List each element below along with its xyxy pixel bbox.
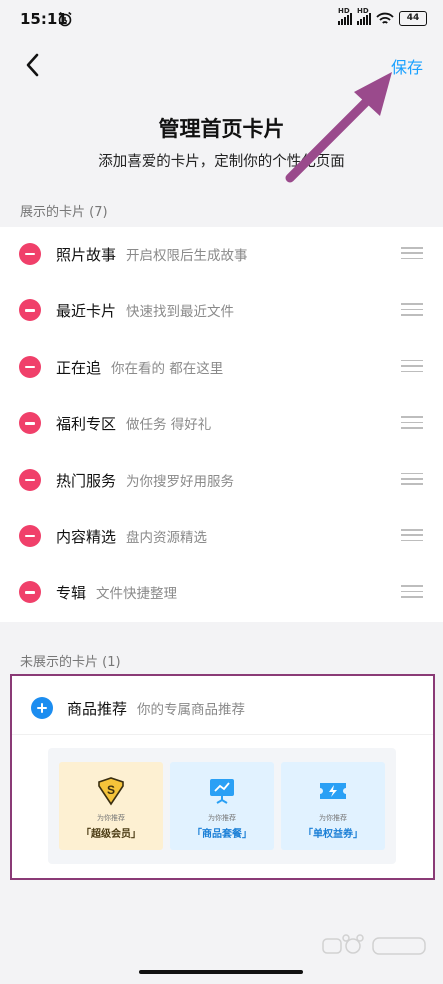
tile-subtitle: 为你推荐: [319, 814, 347, 822]
remove-card-button[interactable]: [19, 524, 41, 547]
card-name: 最近卡片: [56, 302, 117, 321]
drag-handle-icon[interactable]: [401, 528, 423, 543]
card-description: 为你搜罗好用服务: [126, 473, 235, 490]
add-card-button[interactable]: [31, 697, 53, 719]
page-subtitle: 添加喜爱的卡片，定制你的个性化页面: [98, 154, 345, 170]
tile-subtitle: 为你推荐: [97, 814, 125, 822]
list-item: 热门服务 为你搜罗好用服务: [0, 453, 443, 509]
presentation-icon: [210, 779, 234, 804]
remove-card-button[interactable]: [19, 468, 41, 491]
preview-tile: S 为你推荐 「超级会员」: [59, 762, 163, 850]
preview-tile: 为你推荐 「单权益券」: [281, 762, 385, 850]
card-name: 专辑: [56, 584, 87, 603]
drag-handle-icon[interactable]: [401, 416, 423, 430]
card-name: 福利专区: [56, 415, 117, 434]
svg-text:S: S: [107, 783, 115, 797]
watermark-logo-icon: [322, 934, 426, 955]
card-description: 快速找到最近文件: [126, 304, 235, 321]
list-item: 正在追 你在看的 都在这里: [0, 340, 443, 396]
card-description: 你在看的 都在这里: [111, 360, 224, 377]
drag-handle-icon[interactable]: [401, 472, 423, 487]
list-item: 最近卡片 快速找到最近文件: [0, 283, 443, 339]
status-bar: 15:11 HD HD 44: [0, 0, 443, 40]
tile-label: 「单权益券」: [303, 829, 363, 840]
alarm-icon: [58, 11, 72, 27]
remove-card-button[interactable]: [19, 581, 41, 604]
remove-card-button[interactable]: [19, 355, 41, 378]
signal-icon: HD: [357, 7, 371, 25]
page-title: 管理首页卡片: [158, 117, 285, 141]
home-indicator[interactable]: [139, 970, 303, 974]
vip-badge-icon: S: [98, 777, 124, 806]
list-item: 福利专区 做任务 得好礼: [0, 396, 443, 452]
drag-handle-icon[interactable]: [401, 585, 423, 599]
coupon-icon: [320, 783, 346, 799]
tile-label: 「超级会员」: [81, 829, 141, 840]
wifi-icon: [376, 12, 394, 24]
card-description: 文件快捷整理: [96, 586, 178, 603]
save-button[interactable]: 保存: [391, 54, 423, 78]
list-item: 照片故事 开启权限后生成故事: [0, 227, 443, 283]
drag-handle-icon[interactable]: [401, 303, 423, 317]
preview-tile: 为你推荐 「商品套餐」: [170, 762, 274, 850]
remove-card-button[interactable]: [19, 243, 41, 265]
drag-handle-icon[interactable]: [401, 247, 423, 261]
tile-label: 「商品套餐」: [192, 829, 252, 840]
shown-card-list: 照片故事 开启权限后生成故事 最近卡片 快速找到最近文件 正在追 你在看的 都在这里 …: [0, 227, 443, 622]
hidden-card-item: 商品推荐你的专属商品推荐 S 为你推荐 「超级会员」 为你推荐 「商品套餐」: [10, 674, 435, 880]
back-button[interactable]: [18, 50, 48, 80]
card-name: 照片故事: [56, 246, 117, 264]
divider: [12, 734, 433, 735]
list-item: 内容精选 盘内资源精选: [0, 509, 443, 565]
card-description: 做任务 得好礼: [126, 417, 212, 434]
remove-card-button[interactable]: [19, 412, 41, 435]
signal-icon: HD: [338, 7, 352, 25]
drag-handle-icon[interactable]: [401, 359, 423, 374]
card-preview: S 为你推荐 「超级会员」 为你推荐 「商品套餐」 为你推荐 「单权益券」: [48, 748, 396, 864]
card-name: 内容精选: [56, 527, 117, 546]
list-item: 专辑 文件快捷整理: [0, 565, 443, 621]
remove-card-button[interactable]: [19, 299, 41, 322]
card-name: 正在追: [56, 358, 102, 377]
card-description: 你的专属商品推荐: [137, 702, 246, 718]
card-description: 盘内资源精选: [126, 529, 208, 546]
battery-icon: 44: [399, 11, 427, 26]
card-name: 热门服务: [56, 471, 117, 490]
shown-section-title: 展示的卡片 (7): [20, 205, 108, 220]
tile-subtitle: 为你推荐: [208, 814, 236, 822]
chevron-left-icon: [26, 53, 39, 77]
card-description: 开启权限后生成故事: [126, 248, 248, 264]
hidden-section-title: 未展示的卡片 (1): [20, 655, 121, 670]
card-name: 商品推荐: [67, 700, 128, 718]
